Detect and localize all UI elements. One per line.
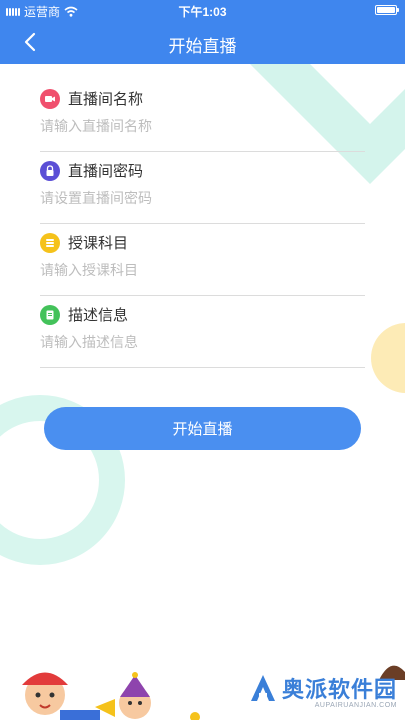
watermark-domain: AUPAIRUANJIAN.COM xyxy=(314,702,397,709)
description-label: 描述信息 xyxy=(68,307,129,324)
subject-label: 授课科目 xyxy=(68,235,129,252)
subject-list-icon xyxy=(40,232,60,253)
subject-input[interactable] xyxy=(40,262,365,278)
status-bar: 运营商 下午1:03 xyxy=(0,0,405,20)
room-name-field: 直播间名称 xyxy=(40,80,365,152)
description-field: 描述信息 xyxy=(40,296,365,368)
nav-bar: 开始直播 xyxy=(0,20,405,64)
status-time: 下午1:03 xyxy=(178,5,227,19)
battery-icon xyxy=(375,5,399,15)
room-password-label: 直播间密码 xyxy=(68,163,144,180)
lock-icon xyxy=(40,160,60,181)
cartoon-kids-illustration xyxy=(22,672,200,720)
document-icon xyxy=(40,304,60,325)
room-name-input[interactable] xyxy=(40,118,365,134)
live-room-form: 直播间名称 直播间密码 授课科目 描述信息 xyxy=(40,80,365,368)
video-icon xyxy=(40,88,60,109)
watermark-name: 奥派软件园 xyxy=(281,677,397,702)
subject-field: 授课科目 xyxy=(40,224,365,296)
watermark: 奥派软件园 AUPAIRUANJIAN.COM xyxy=(250,672,397,709)
page-title: 开始直播 xyxy=(168,37,237,56)
room-password-field: 直播间密码 xyxy=(40,152,365,224)
watermark-logo-icon xyxy=(250,675,275,701)
start-live-button[interactable]: 开始直播 xyxy=(44,407,361,450)
room-name-label: 直播间名称 xyxy=(68,91,144,108)
room-password-input[interactable] xyxy=(40,190,365,206)
description-input[interactable] xyxy=(40,334,365,350)
yellow-circle-decoration xyxy=(371,323,405,393)
